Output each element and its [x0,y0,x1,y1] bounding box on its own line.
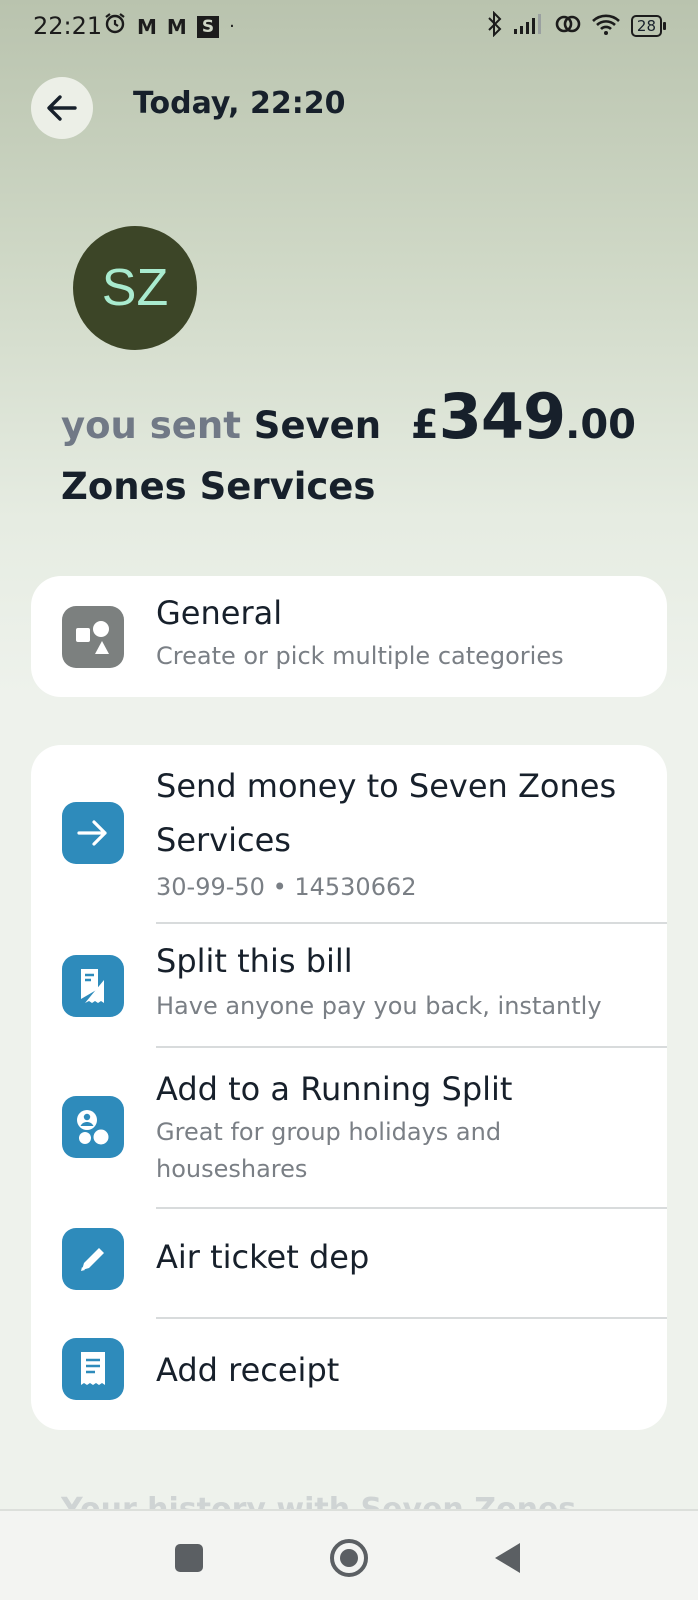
category-subtitle: Create or pick multiple categories [156,642,564,670]
receipt-icon [62,1338,124,1400]
split-bill-row[interactable]: Split this bill Have anyone pay you back… [31,924,667,1046]
status-right-icons: 28 [487,10,667,41]
running-split-row[interactable]: Add to a Running Split Great for group h… [31,1048,667,1206]
add-receipt-row[interactable]: Add receipt [31,1319,667,1427]
status-time: 22:21 [33,12,103,40]
status-bar: 22:21 M M S · 28 [0,0,698,54]
split-receipt-icon [62,955,124,1017]
avatar-initials: SZ [101,259,169,317]
running-split-title: Add to a Running Split [156,1070,513,1108]
arrow-left-icon [47,95,77,121]
add-receipt-title: Add receipt [156,1351,340,1389]
amount-major: 349 [438,380,566,453]
triangle-back-icon [495,1543,520,1573]
circle-icon [330,1539,368,1577]
amount-minor: .00 [565,402,636,448]
pencil-icon [62,1228,124,1290]
send-money-row[interactable]: Send money to Seven Zones Services 30-99… [31,745,667,923]
actions-card: Send money to Seven Zones Services 30-99… [31,745,667,1430]
wifi-icon [591,12,621,40]
send-money-title: Send money to Seven Zones Services [156,767,617,859]
transaction-amount: £ 349 .00 [411,380,636,453]
page-title: Today, 22:20 [133,86,346,121]
bluetooth-icon [487,10,503,41]
battery-icon: 28 [630,15,667,37]
avatar: SZ [73,226,197,350]
home-button[interactable] [324,1533,374,1583]
sent-prefix: you sent [61,404,241,447]
hotspot-icon [555,12,581,40]
signal-icon [513,13,545,39]
arrow-right-icon [62,802,124,864]
shapes-icon [62,606,124,668]
history-heading: Your history with Seven Zones [61,1492,577,1510]
back-nav-button[interactable] [482,1533,532,1583]
amount-currency: £ [410,402,439,448]
note-title: Air ticket dep [156,1238,370,1276]
gmail-icon: M [166,15,187,39]
group-icon [62,1096,124,1158]
gmail-icon: M [137,15,157,39]
navigation-bar [0,1509,698,1600]
split-bill-subtitle: Have anyone pay you back, instantly [156,992,602,1020]
running-split-subtitle: Great for group holidays and houseshares [156,1118,502,1183]
notification-dot-icon: · [229,16,235,37]
status-left-icons: M M S · [103,11,235,43]
category-card[interactable]: General Create or pick multiple categori… [31,576,667,697]
s-app-icon: S [196,16,220,38]
square-icon [175,1544,203,1572]
split-bill-title: Split this bill [156,942,353,980]
note-row[interactable]: Air ticket dep [31,1209,667,1317]
recents-button[interactable] [164,1533,214,1583]
category-title: General [156,594,283,632]
transaction-description: you sent Seven Zones Services [61,395,401,517]
alarm-icon [103,11,127,43]
send-money-account: 30-99-50 • 14530662 [156,873,417,901]
back-button[interactable] [31,77,93,139]
